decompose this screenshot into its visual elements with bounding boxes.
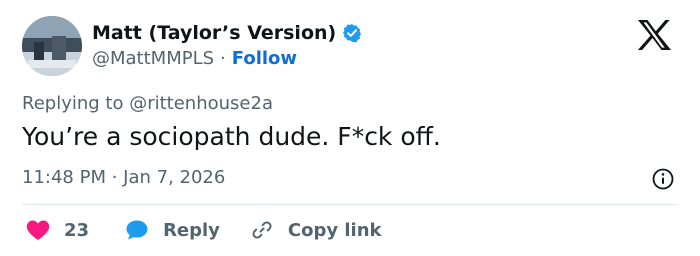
divider: [22, 204, 678, 205]
reply-bubble-icon: [126, 220, 148, 240]
avatar-image: [22, 16, 82, 76]
author-name-row: Matt (Taylor’s Version): [92, 20, 362, 46]
author-display-name[interactable]: Matt (Taylor’s Version): [92, 22, 336, 44]
reply-context-prefix: Replying to: [22, 93, 124, 114]
copy-link-button[interactable]: Copy link: [250, 218, 382, 242]
reply-label: Reply: [163, 219, 220, 241]
avatar[interactable]: [22, 16, 82, 76]
author-handle[interactable]: @MattMMPLS: [92, 48, 214, 69]
follow-button[interactable]: Follow: [232, 48, 297, 69]
reply-context: Replying to @rittenhouse2a: [22, 93, 273, 114]
tweet-timestamp[interactable]: 11:48 PM · Jan 7, 2026: [22, 167, 225, 188]
verified-badge-icon: [343, 24, 362, 43]
author-handle-row: @MattMMPLS · Follow: [92, 48, 297, 69]
separator-dot: ·: [220, 48, 226, 69]
link-icon: [252, 221, 272, 239]
reply-context-mention[interactable]: @rittenhouse2a: [129, 93, 273, 114]
tweet-text: You’re a sociopath dude. F*ck off.: [22, 122, 441, 151]
x-logo-icon[interactable]: [636, 19, 672, 51]
reply-button[interactable]: Reply: [125, 219, 220, 241]
copy-link-label: Copy link: [287, 219, 382, 241]
info-icon[interactable]: [652, 168, 674, 190]
like-count: 23: [64, 219, 90, 241]
heart-icon: [26, 220, 50, 240]
like-button[interactable]: 23: [26, 219, 89, 241]
action-bar: 23 Reply Copy link: [26, 216, 382, 244]
